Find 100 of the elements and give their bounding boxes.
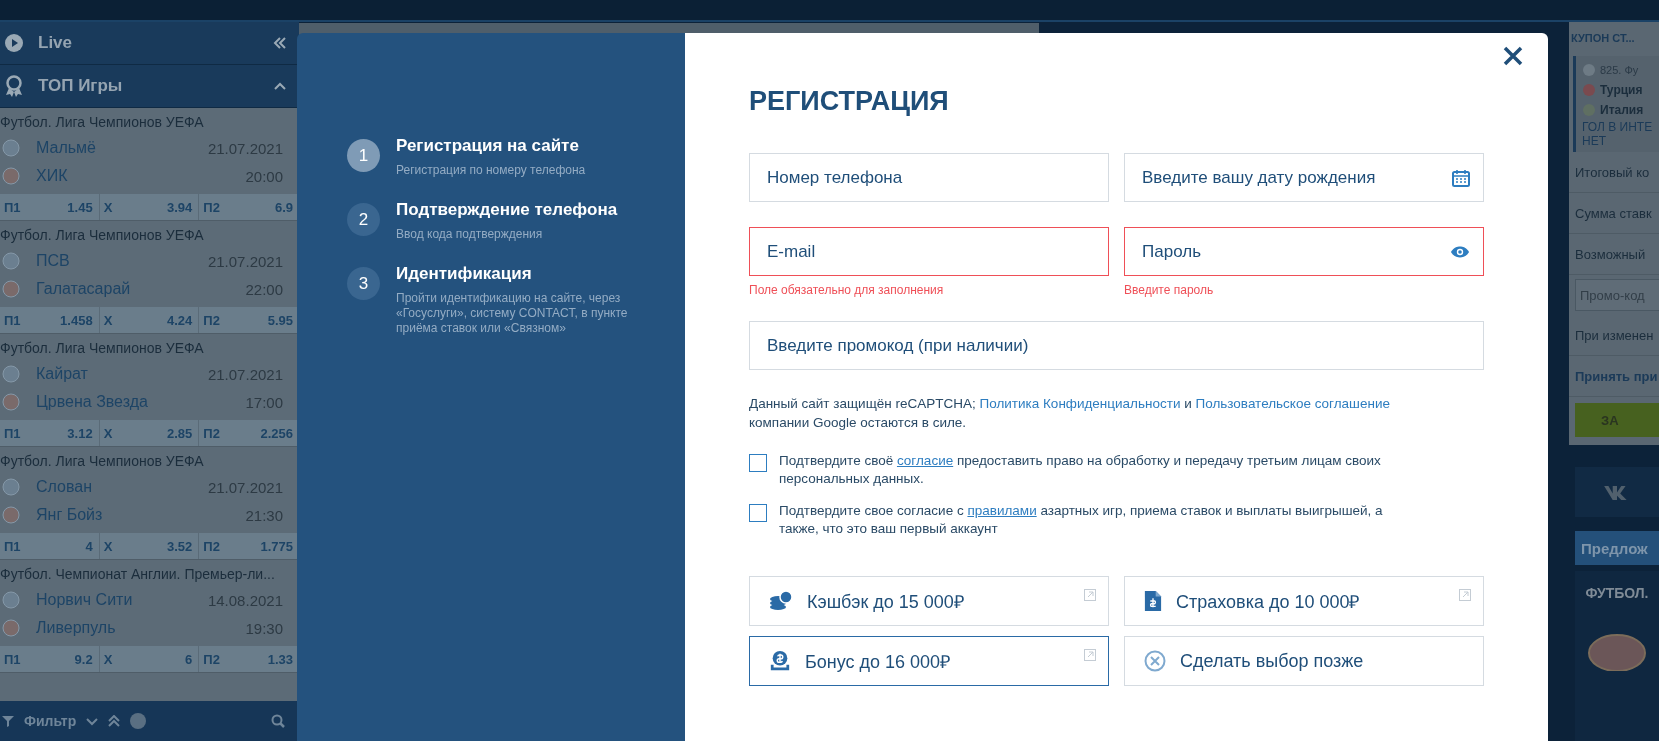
search-icon[interactable] bbox=[271, 714, 285, 728]
odds-button[interactable]: П2 5.95 bbox=[199, 307, 299, 333]
calendar-icon[interactable] bbox=[1452, 168, 1470, 187]
coupon-note: При изменен bbox=[1569, 315, 1659, 356]
play-icon bbox=[4, 33, 24, 53]
odds-button[interactable]: П1 3.12 bbox=[0, 420, 100, 446]
odds-button[interactable]: П2 1.775 bbox=[199, 533, 299, 559]
funnel-icon bbox=[2, 715, 14, 727]
eye-icon[interactable] bbox=[1450, 245, 1470, 258]
consent-text: Подтвердите свое согласие с правилами азартных игр, приема ставок и выплаты выигрышей, а также, что это ваш первый аккаунт bbox=[779, 502, 1384, 538]
step-number: 3 bbox=[347, 267, 380, 300]
odds-button[interactable]: П1 4 bbox=[0, 533, 100, 559]
filter-label[interactable]: Фильтр bbox=[24, 713, 77, 729]
step-number: 2 bbox=[347, 203, 380, 236]
coupon-title: КУПОН СТ... bbox=[1570, 31, 1636, 46]
coupon-row-label: Итоговый ко bbox=[1569, 152, 1659, 193]
step-title: Идентификация bbox=[396, 264, 533, 284]
odds-button[interactable]: П2 6.9 bbox=[199, 194, 299, 220]
team-name[interactable]: Слован bbox=[36, 478, 93, 496]
odds-button[interactable]: П1 1.45 bbox=[0, 194, 100, 220]
team-logo-icon bbox=[2, 280, 20, 298]
cancel-circle-icon bbox=[1144, 650, 1166, 672]
step-title: Подтверждение телефона bbox=[396, 200, 619, 220]
recaptcha-notice: Данный сайт защищён reCAPTCHA; Политика Конфиденциальности и Пользовательское соглашение компании Google остаются в силе. bbox=[749, 395, 1391, 432]
team-name[interactable]: Ливерпуль bbox=[36, 619, 116, 637]
odds-button[interactable]: П1 9.2 bbox=[0, 646, 100, 672]
bonus-option[interactable]: Страховка до 10 000₽ bbox=[1124, 576, 1484, 626]
team-logo-icon bbox=[2, 139, 20, 157]
odds-button[interactable]: X 3.94 bbox=[99, 194, 200, 220]
team-name: Италия bbox=[1600, 103, 1644, 117]
team-name[interactable]: Кайрат bbox=[36, 365, 88, 383]
team-name: Турция bbox=[1600, 83, 1643, 97]
team-logo-icon bbox=[2, 591, 20, 609]
social-button[interactable] bbox=[1575, 467, 1659, 517]
step-description: Пройти идентификацию на сайте, через «Госуслуги», систему CONTACT, в пункте приёма ставок или «Связном» bbox=[396, 291, 629, 336]
award-ribbon-icon bbox=[4, 75, 24, 97]
bet-outcome: НЕТ bbox=[1582, 134, 1607, 148]
team-logo-icon bbox=[2, 478, 20, 496]
team-name[interactable]: ПСВ bbox=[36, 252, 70, 270]
step-number: 1 bbox=[347, 139, 380, 172]
league-name: Футбол. Лига Чемпионов УЕФА bbox=[0, 114, 205, 132]
consent-link[interactable]: согласие bbox=[896, 453, 954, 468]
error-message: Введите пароль bbox=[1124, 284, 1215, 296]
odds-button[interactable]: X 6 bbox=[99, 646, 200, 672]
consent-link[interactable]: правилами bbox=[967, 503, 1037, 518]
team-logo-icon bbox=[2, 252, 20, 270]
team-name[interactable]: Мальмё bbox=[36, 139, 96, 157]
team-logo-icon bbox=[2, 167, 20, 185]
sport-label: ФУТБОЛ. bbox=[1585, 585, 1649, 601]
dialog-title: РЕГИСТРАЦИЯ bbox=[749, 86, 950, 117]
live-header[interactable]: Live bbox=[0, 22, 299, 65]
odds-button[interactable]: X 4.24 bbox=[99, 307, 200, 333]
accept-changes-link[interactable]: Принять при bbox=[1569, 356, 1659, 397]
offers-tab[interactable]: Предлож bbox=[1575, 531, 1659, 565]
team-name[interactable]: Янг Бойз bbox=[36, 506, 103, 524]
odds-button[interactable]: X 2.85 bbox=[99, 420, 200, 446]
team-logo-icon bbox=[2, 619, 20, 637]
double-chevron-left-icon[interactable] bbox=[273, 36, 287, 50]
step-title: Регистрация на сайте bbox=[396, 136, 580, 156]
bonus-option[interactable]: Бонус до 16 000₽ bbox=[749, 636, 1109, 686]
bonus-option[interactable]: Сделать выбор позже bbox=[1124, 636, 1484, 686]
close-icon[interactable] bbox=[1503, 46, 1523, 66]
odds-button[interactable]: П1 1.458 bbox=[0, 307, 100, 333]
top-games-header[interactable]: ТОП Игры bbox=[0, 65, 299, 108]
team-name[interactable]: Норвич Сити bbox=[36, 591, 133, 609]
checkbox[interactable] bbox=[749, 454, 767, 472]
step-description: Ввод кода подтверждения bbox=[396, 227, 544, 242]
odds-button[interactable]: П2 2.256 bbox=[199, 420, 299, 446]
team-logo-icon bbox=[2, 506, 20, 524]
error-message: Поле обязательно для заполнения bbox=[749, 284, 945, 296]
checkbox[interactable] bbox=[749, 504, 767, 522]
document-icon bbox=[1144, 590, 1162, 612]
chevron-down-icon[interactable] bbox=[86, 715, 99, 727]
bonus-option[interactable]: Кэшбэк до 15 000₽ bbox=[749, 576, 1109, 626]
password-field[interactable]: Пароль bbox=[1124, 227, 1484, 276]
team-logo-icon bbox=[2, 365, 20, 383]
team-logo-icon bbox=[2, 393, 20, 411]
club-crest-icon bbox=[1587, 631, 1647, 671]
step-description: Регистрация по номеру телефона bbox=[396, 163, 587, 178]
coupon-row-label: Возможный bbox=[1569, 234, 1659, 275]
double-chevron-up-icon[interactable] bbox=[108, 715, 121, 727]
bet-type: ГОЛ В ИНТЕ bbox=[1582, 120, 1654, 134]
league-name: Футбол. Лига Чемпионов УЕФА bbox=[0, 340, 205, 358]
team-name[interactable]: Галатасарай bbox=[36, 280, 131, 298]
top-games-label: ТОП Игры bbox=[38, 76, 123, 96]
odds-button[interactable]: X 3.52 bbox=[99, 533, 200, 559]
coin-stack-icon bbox=[769, 589, 793, 613]
consent-text: Подтвердите своё согласие предоставить право на обработку и передачу третьим лицам своих персональных данных. bbox=[779, 452, 1382, 488]
league-name: Футбол. Лига Чемпионов УЕФА bbox=[0, 227, 205, 245]
odds-button[interactable]: П2 1.33 bbox=[199, 646, 299, 672]
policy-link[interactable]: Политика Конфиденциальности bbox=[979, 396, 1181, 411]
money-bag-icon bbox=[769, 650, 791, 672]
live-label: Live bbox=[38, 33, 73, 53]
league-name: Футбол. Лига Чемпионов УЕФА bbox=[0, 453, 205, 471]
date-field[interactable]: Введите вашу дату рождения bbox=[1124, 153, 1484, 202]
team-name[interactable]: Црвена Звезда bbox=[36, 393, 148, 411]
policy-link[interactable]: Пользовательское соглашение bbox=[1195, 396, 1390, 411]
input-field[interactable]: E-mail bbox=[749, 227, 1109, 276]
team-name[interactable]: ХИК bbox=[36, 167, 68, 185]
league-name: Футбол. Чемпионат Англии. Премьер-ли... bbox=[0, 566, 276, 584]
